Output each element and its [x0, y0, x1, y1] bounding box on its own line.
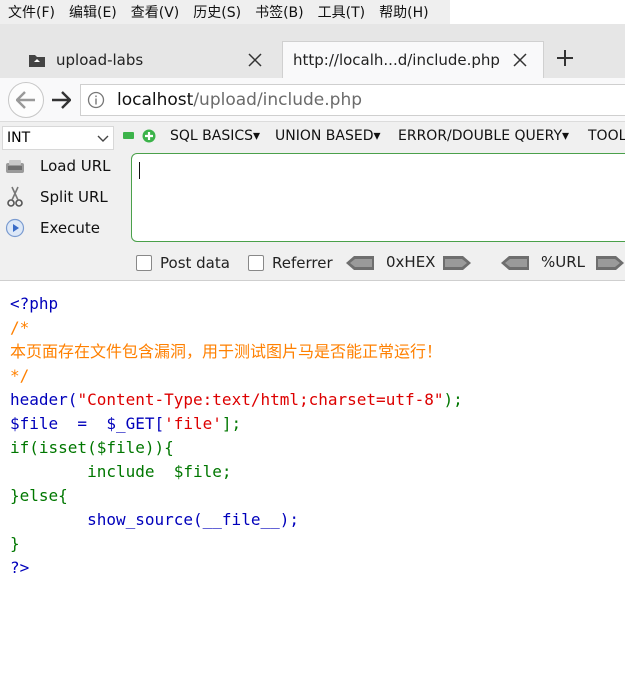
menu-tools[interactable]: 工具(T) — [318, 2, 365, 22]
code-line: $file = $_GET['file']; — [10, 414, 242, 433]
tab-label: http://localh...d/include.php — [293, 51, 500, 69]
menu-edit[interactable]: 编辑(E) — [69, 2, 117, 22]
load-url-button[interactable]: Load URL — [4, 153, 111, 179]
menu-tool[interactable]: TOOL — [588, 128, 625, 144]
post-data-checkbox[interactable]: Post data — [136, 254, 230, 272]
code-line: include $file; — [10, 462, 232, 481]
referrer-checkbox[interactable]: Referrer — [248, 254, 333, 272]
scissors-icon — [4, 186, 26, 208]
split-url-button[interactable]: Split URL — [4, 184, 108, 210]
plus-icon — [557, 50, 573, 66]
php-source-code: <?php /* 本页面存在文件包含漏洞，用于测试图片马是否能正常运行！ */ head… — [10, 292, 463, 580]
code-line: header("Content-Type:text/html;charset=u… — [10, 390, 463, 409]
url-decode-arrow-icon[interactable] — [501, 256, 529, 270]
close-icon[interactable] — [244, 49, 266, 71]
url-host: localhost — [117, 90, 194, 110]
execute-label: Execute — [40, 219, 100, 237]
load-url-label: Load URL — [40, 157, 111, 175]
forward-button[interactable] — [48, 88, 74, 112]
tab-upload-labs[interactable]: upload-labs — [14, 41, 278, 78]
code-line: }else{ — [10, 486, 68, 505]
tab-label: upload-labs — [56, 50, 144, 69]
code-line: show_source(__file__); — [10, 510, 299, 529]
url-bar[interactable]: localhost/upload/include.php — [80, 84, 625, 116]
hackbar-panel: INT SQL BASICS▾ UNION BASED▾ ERROR/DOUBL… — [0, 122, 625, 281]
arrow-left-icon — [16, 91, 35, 109]
split-url-label: Split URL — [40, 188, 108, 206]
minus-icon[interactable] — [123, 132, 134, 139]
code-line: } — [10, 534, 20, 553]
checkbox-box[interactable] — [136, 255, 152, 271]
close-icon[interactable] — [509, 49, 531, 71]
url-path: /upload/include.php — [193, 90, 363, 110]
menu-bookmarks[interactable]: 书签(B) — [255, 2, 304, 22]
type-select-value: INT — [7, 130, 31, 146]
hex-encode-arrow-icon[interactable] — [443, 256, 471, 270]
code-line: */ — [10, 366, 30, 385]
code-line: if(isset($file)){ — [10, 438, 174, 457]
url-label: %URL — [541, 253, 586, 271]
url-encode-arrow-icon[interactable] — [596, 256, 624, 270]
hex-decode-arrow-icon[interactable] — [346, 256, 374, 270]
folder-icon — [29, 54, 45, 67]
code-line: 本页面存在文件包含漏洞，用于测试图片马是否能正常运行！ — [10, 342, 443, 361]
menu-help[interactable]: 帮助(H) — [379, 2, 428, 22]
code-line: ?> — [10, 558, 30, 577]
menu-file[interactable]: 文件(F) — [8, 2, 55, 22]
code-line: <?php — [10, 294, 59, 313]
chevron-down-icon — [97, 135, 109, 142]
menu-union-based[interactable]: UNION BASED▾ — [275, 128, 381, 144]
execute-button[interactable]: Execute — [4, 215, 100, 241]
code-line: /* — [10, 318, 30, 337]
url-textarea[interactable] — [131, 153, 625, 242]
plus-icon[interactable] — [142, 129, 156, 143]
menu-bar: 文件(F) 编辑(E) 查看(V) 历史(S) 书签(B) 工具(T) 帮助(H… — [0, 0, 450, 24]
load-url-icon — [4, 155, 26, 177]
play-icon — [4, 217, 26, 239]
arrow-right-icon — [52, 91, 71, 109]
navigation-bar: localhost/upload/include.php — [0, 78, 625, 122]
tab-include-php[interactable]: http://localh...d/include.php — [282, 41, 544, 78]
menu-view[interactable]: 查看(V) — [131, 2, 180, 22]
referrer-label: Referrer — [272, 254, 333, 272]
menubar-empty-area — [450, 0, 625, 24]
text-caret — [139, 162, 140, 179]
tab-strip: upload-labs http://localh...d/include.ph… — [0, 24, 625, 78]
new-tab-button[interactable] — [553, 46, 577, 70]
post-data-label: Post data — [160, 254, 230, 272]
hex-label: 0xHEX — [386, 253, 436, 271]
menu-history[interactable]: 历史(S) — [193, 2, 241, 22]
checkbox-box[interactable] — [248, 255, 264, 271]
back-button[interactable] — [8, 82, 44, 118]
type-select[interactable]: INT — [2, 126, 114, 150]
menu-error-double-query[interactable]: ERROR/DOUBLE QUERY▾ — [398, 128, 569, 144]
info-icon[interactable] — [87, 91, 105, 109]
menu-sql-basics[interactable]: SQL BASICS▾ — [170, 128, 260, 144]
